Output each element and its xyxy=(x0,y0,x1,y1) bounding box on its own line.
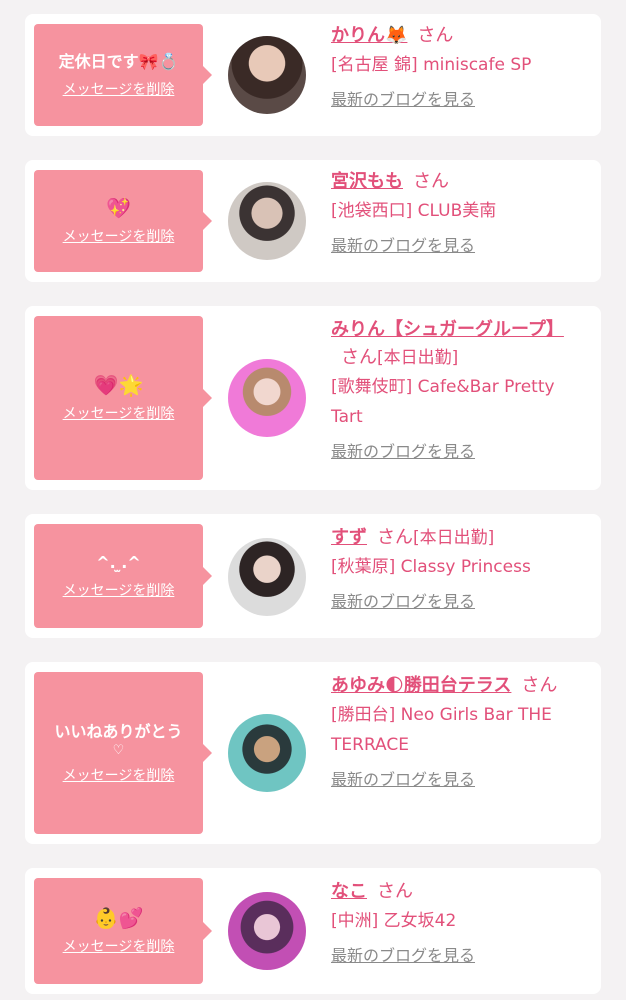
san-suffix: さん xyxy=(341,347,377,368)
message-text: 定休日です🎀💍 xyxy=(58,52,179,71)
avatar[interactable] xyxy=(228,36,306,114)
delete-message-link[interactable]: メッセージを削除 xyxy=(63,938,175,956)
avatar[interactable] xyxy=(228,359,306,437)
delete-message-link[interactable]: メッセージを削除 xyxy=(63,405,175,423)
message-card: 定休日です🎀💍 メッセージを削除 かりん🦊 さん [名古屋 錦] miniscaf… xyxy=(25,14,601,136)
delete-message-link[interactable]: メッセージを削除 xyxy=(63,81,175,99)
cast-name-link[interactable]: すず xyxy=(331,527,367,548)
latest-blog-link[interactable]: 最新のブログを見る xyxy=(331,234,475,258)
message-card: 💖 メッセージを削除 宮沢もも さん [池袋西口] CLUB美南 最新のブログを見… xyxy=(25,160,601,282)
latest-blog-link[interactable]: 最新のブログを見る xyxy=(331,440,475,464)
shop-name: [名古屋 錦] miniscafe SP xyxy=(331,55,532,75)
work-status: [本日出勤] xyxy=(413,528,495,548)
san-suffix: さん xyxy=(377,527,413,548)
shop-name: [歌舞伎町] Cafe&Bar Pretty Tart xyxy=(331,377,555,427)
message-bubble: 💗🌟 メッセージを削除 xyxy=(34,316,212,480)
latest-blog-link[interactable]: 最新のブログを見る xyxy=(331,88,475,112)
san-suffix: さん xyxy=(521,675,558,696)
message-card: 💗🌟 メッセージを削除 みりん【シュガーグループ】さん[本日出勤] [歌舞伎町]… xyxy=(25,306,601,490)
cast-name-link[interactable]: なこ xyxy=(331,881,367,902)
latest-blog-link[interactable]: 最新のブログを見る xyxy=(331,944,475,968)
message-bubble: ^. ̫.^ メッセージを削除 xyxy=(34,524,212,628)
shop-name: [中洲] 乙女坂42 xyxy=(331,911,457,931)
san-suffix: さん xyxy=(413,171,449,192)
latest-blog-link[interactable]: 最新のブログを見る xyxy=(331,768,475,792)
cast-name-link[interactable]: あゆみ🌓勝田台テラス xyxy=(331,675,511,696)
delete-message-link[interactable]: メッセージを削除 xyxy=(63,228,175,246)
cast-name-link[interactable]: 宮沢もも xyxy=(331,171,403,192)
delete-message-link[interactable]: メッセージを削除 xyxy=(63,582,175,600)
shop-name: [池袋西口] CLUB美南 xyxy=(331,201,497,221)
message-text: 💗🌟 xyxy=(93,373,144,397)
avatar[interactable] xyxy=(228,892,306,970)
message-bubble: 👶💕 メッセージを削除 xyxy=(34,878,212,984)
work-status: [本日出勤] xyxy=(377,348,459,368)
heart-text: ♡ xyxy=(112,743,125,758)
message-text: 💖 xyxy=(106,196,131,220)
latest-blog-link[interactable]: 最新のブログを見る xyxy=(331,590,475,614)
san-suffix: さん xyxy=(417,25,454,46)
san-suffix: さん xyxy=(377,881,413,902)
message-bubble: いいねありがとう ♡ メッセージを削除 xyxy=(34,672,212,834)
message-text: 👶💕 xyxy=(93,906,144,930)
cast-name-link[interactable]: かりん🦊 xyxy=(331,25,407,46)
avatar[interactable] xyxy=(228,714,306,792)
cast-name-link[interactable]: みりん【シュガーグループ】 xyxy=(331,319,564,340)
message-text: ^. ̫.^ xyxy=(96,553,141,572)
shop-name: [勝田台] Neo Girls Bar THE TERRACE xyxy=(331,705,552,755)
message-bubble: 💖 メッセージを削除 xyxy=(34,170,212,272)
delete-message-link[interactable]: メッセージを削除 xyxy=(63,767,175,785)
message-card: 👶💕 メッセージを削除 なこ さん [中洲] 乙女坂42 最新のブログを見る xyxy=(25,868,601,994)
message-bubble: 定休日です🎀💍 メッセージを削除 xyxy=(34,24,212,126)
message-text: いいねありがとう xyxy=(54,722,183,741)
avatar[interactable] xyxy=(228,538,306,616)
shop-name: [秋葉原] Classy Princess xyxy=(331,557,531,577)
message-card: ^. ̫.^ メッセージを削除 すず さん[本日出勤] [秋葉原] Classy … xyxy=(25,514,601,638)
message-card: いいねありがとう ♡ メッセージを削除 あゆみ🌓勝田台テラス さん [勝田台] N… xyxy=(25,662,601,844)
avatar[interactable] xyxy=(228,182,306,260)
